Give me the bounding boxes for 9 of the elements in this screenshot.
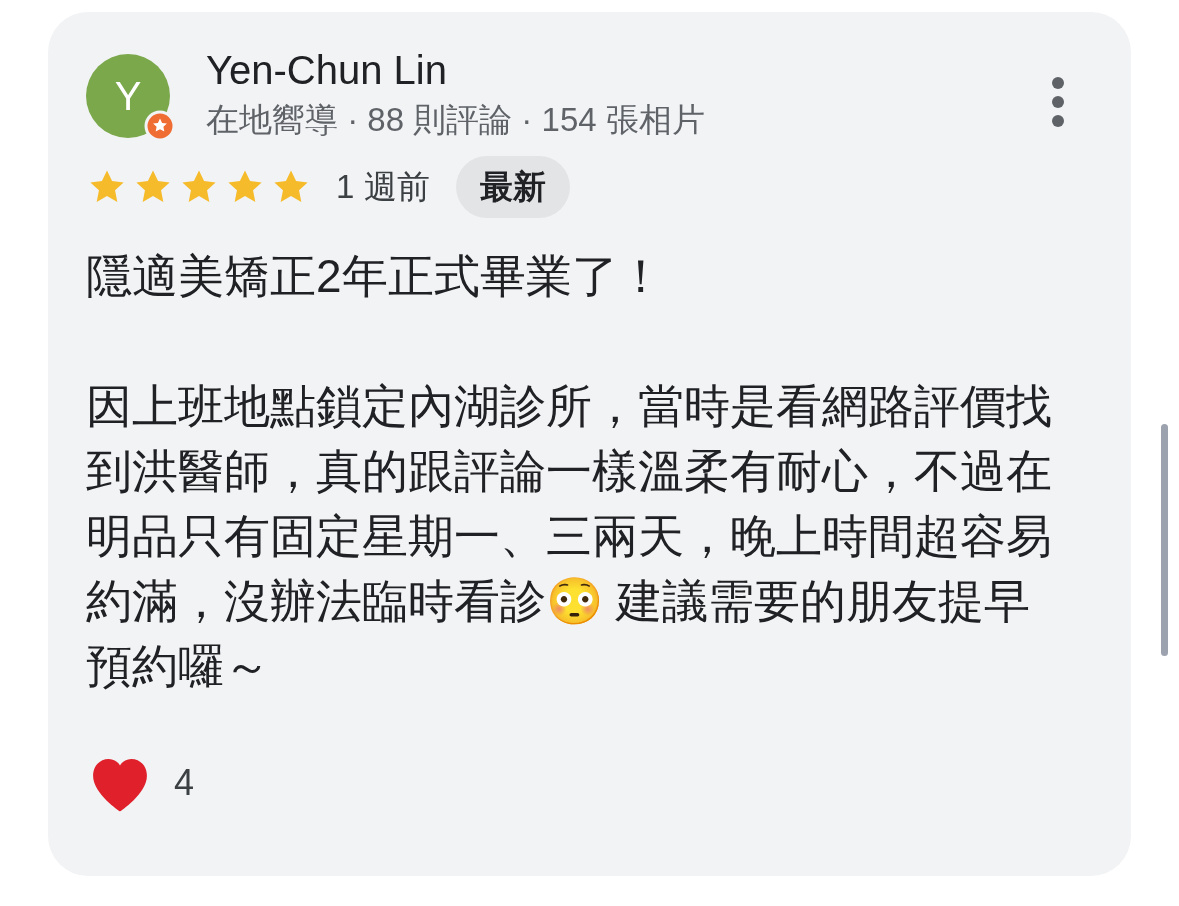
review-text: 隱適美矯正2年正式畢業了！ xyxy=(86,249,665,304)
scrollbar[interactable] xyxy=(1161,424,1168,656)
newest-label: 最新 xyxy=(455,156,570,218)
author-meta: 在地嚮導 · 88 則評論 · 154 張相片 xyxy=(206,100,706,140)
like-count: 4 xyxy=(174,761,195,805)
review-text: 因上班地點鎖定內湖診所，當時是看網路評價找到洪醫師，真的跟評論一樣溫柔有耐心，不過在明品只有固定星期一、三兩天，晚上時間超容易約滿，沒辦法臨時看診😳 建議需要的朋友提早預約囉～ xyxy=(86,379,1053,694)
more-options-icon[interactable] xyxy=(1051,76,1065,128)
author-name[interactable]: Yen-Chun Lin xyxy=(206,44,1051,96)
review-time: 1 週前 xyxy=(336,167,430,208)
